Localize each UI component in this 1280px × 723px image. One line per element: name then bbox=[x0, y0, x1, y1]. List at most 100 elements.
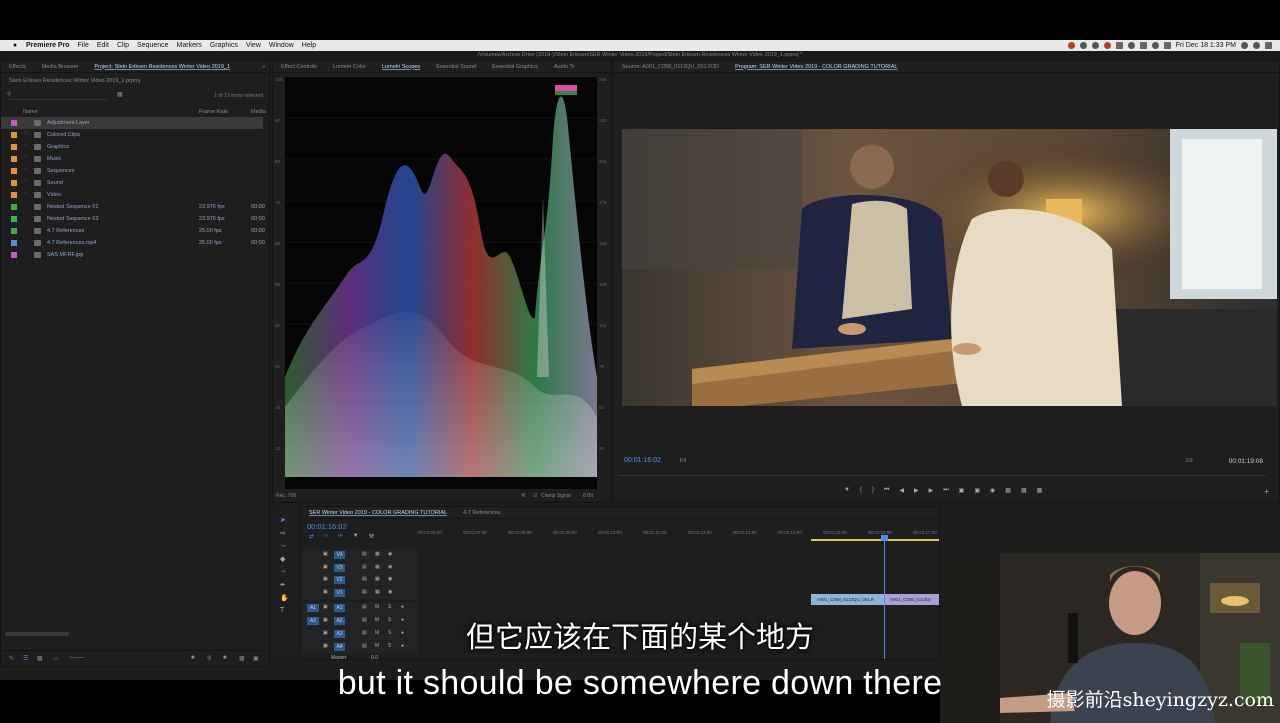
disclosure-triangle-icon[interactable]: › bbox=[25, 166, 27, 172]
gear-icon[interactable] bbox=[1079, 42, 1087, 49]
project-item[interactable]: Nested Sequence 03 23.976 fps 00:00 bbox=[1, 213, 265, 225]
track-video[interactable]: V3 ▣ ▤ ▦ ◉ bbox=[301, 561, 939, 574]
clamp-signal-checkbox[interactable]: ☑ bbox=[533, 493, 537, 499]
ripple-edit-icon[interactable]: ↔ bbox=[280, 542, 287, 549]
work-area-bar[interactable] bbox=[811, 539, 939, 541]
timeline-clip[interactable]: A001_C058_0113QI bbox=[884, 594, 939, 605]
sync-lock-icon[interactable]: ▤ bbox=[362, 564, 367, 570]
overwrite-icon[interactable]: ▦ bbox=[1037, 487, 1043, 499]
panel-overflow-icon[interactable]: » bbox=[262, 64, 269, 70]
export-frame-icon[interactable]: ◉ bbox=[990, 487, 995, 499]
new-bin-icon[interactable]: ▦ bbox=[117, 91, 123, 98]
project-item[interactable]: › Graphics bbox=[1, 141, 263, 153]
eye-icon[interactable]: ◉ bbox=[388, 551, 392, 557]
label-color-swatch[interactable] bbox=[11, 168, 17, 174]
search-icon[interactable] bbox=[1241, 42, 1248, 49]
menu-graphics[interactable]: Graphics bbox=[210, 42, 238, 49]
linked-selection-icon[interactable]: ∞ bbox=[338, 533, 342, 540]
project-item[interactable]: › Sound bbox=[1, 177, 263, 189]
track-target[interactable]: V2 bbox=[334, 576, 345, 584]
source-patch[interactable]: A1 bbox=[307, 604, 319, 612]
disclosure-triangle-icon[interactable]: › bbox=[25, 178, 27, 184]
mark-out-icon[interactable]: } bbox=[872, 487, 874, 499]
menu-help[interactable]: Help bbox=[302, 42, 316, 49]
project-item[interactable]: Nested Sequence 01 23.976 fps 00:00 bbox=[1, 201, 265, 213]
track-video[interactable]: V4 ▣ ▤ ▦ ◉ bbox=[301, 549, 939, 561]
marker-icon[interactable]: ▼ bbox=[844, 487, 850, 499]
timeline-settings-icon[interactable]: ⚒ bbox=[369, 533, 374, 540]
nest-icon[interactable]: ⇄ bbox=[309, 533, 314, 540]
sync-lock-icon[interactable]: ▤ bbox=[362, 551, 367, 557]
lock-icon[interactable]: ▣ bbox=[323, 564, 328, 570]
project-item[interactable]: 4.7 References 25.00 fps 00:00 bbox=[1, 225, 265, 237]
icon-view-icon[interactable]: ▦ bbox=[37, 655, 43, 662]
label-color-swatch[interactable] bbox=[11, 192, 17, 198]
compare-icon[interactable]: ▦ bbox=[1005, 487, 1011, 499]
label-color-swatch[interactable] bbox=[11, 216, 17, 222]
lock-icon[interactable]: ▣ bbox=[323, 551, 328, 557]
sync-icon[interactable] bbox=[1091, 42, 1099, 49]
toggle-output-icon[interactable]: ▦ bbox=[375, 589, 380, 595]
tab-audio-track[interactable]: Audio Tr bbox=[546, 64, 582, 70]
label-color-swatch[interactable] bbox=[11, 120, 17, 126]
bluetooth-icon[interactable] bbox=[1127, 42, 1135, 49]
col-frame-rate[interactable]: Frame Rate bbox=[199, 109, 228, 115]
monitor-time-ruler[interactable] bbox=[618, 475, 1266, 481]
tab-4-7-references[interactable]: 4.7 References bbox=[455, 510, 508, 516]
menu-sequence[interactable]: Sequence bbox=[137, 42, 169, 49]
go-to-in-icon[interactable]: ⏮ bbox=[884, 487, 889, 499]
sync-lock-icon[interactable]: ▤ bbox=[362, 589, 367, 595]
label-color-swatch[interactable] bbox=[11, 144, 17, 150]
toggle-output-icon[interactable]: ▦ bbox=[375, 576, 380, 582]
lift-icon[interactable]: ▣ bbox=[959, 487, 965, 499]
label-color-swatch[interactable] bbox=[11, 228, 17, 234]
label-color-swatch[interactable] bbox=[11, 240, 17, 246]
tab-essential-graphics[interactable]: Essential Graphics bbox=[484, 64, 546, 70]
program-video-frame[interactable] bbox=[622, 129, 1277, 406]
menu-markers[interactable]: Markers bbox=[177, 42, 202, 49]
lock-icon[interactable]: ▣ bbox=[323, 604, 328, 610]
label-color-swatch[interactable] bbox=[11, 180, 17, 186]
project-item[interactable]: › Colored Clips bbox=[1, 129, 263, 141]
menu-file[interactable]: File bbox=[78, 42, 89, 49]
tab-project[interactable]: Project: Stein Eriksen Residences Winter… bbox=[86, 64, 238, 70]
playhead-timecode[interactable]: 00:01:16:02 bbox=[624, 457, 661, 464]
project-item[interactable]: › Music bbox=[1, 153, 263, 165]
project-search-input[interactable]: ⚲ bbox=[7, 91, 107, 100]
tab-essential-sound[interactable]: Essential Sound bbox=[428, 64, 484, 70]
playhead-handle[interactable] bbox=[881, 535, 888, 541]
razor-tool-icon[interactable]: ◆ bbox=[280, 555, 285, 563]
track-select-icon[interactable]: ⇨ bbox=[280, 529, 286, 537]
col-name[interactable]: Name bbox=[23, 109, 38, 115]
project-item[interactable]: Adjustment Layer bbox=[1, 117, 263, 129]
col-media[interactable]: Media bbox=[251, 109, 266, 115]
pencil-icon[interactable]: ✎ bbox=[9, 655, 14, 662]
sync-lock-icon[interactable]: ▤ bbox=[362, 576, 367, 582]
toggle-output-icon[interactable]: ▦ bbox=[375, 564, 380, 570]
mic-icon[interactable]: ● bbox=[401, 604, 404, 610]
play-icon[interactable]: ▶ bbox=[914, 487, 919, 499]
menu-app[interactable]: Premiere Pro bbox=[26, 42, 70, 49]
battery-icon[interactable] bbox=[1163, 42, 1171, 49]
waveform-scope[interactable] bbox=[285, 77, 597, 489]
bit-depth-select[interactable]: 8 Bit bbox=[583, 493, 593, 499]
tab-sequence[interactable]: SER Winter Video 2019 - COLOR GRADING TU… bbox=[301, 510, 455, 516]
mark-in-icon[interactable]: { bbox=[860, 487, 862, 499]
selection-tool-icon[interactable]: ➤ bbox=[280, 516, 286, 524]
menu-edit[interactable]: Edit bbox=[97, 42, 109, 49]
track-target[interactable]: V1 bbox=[334, 588, 345, 597]
record-icon[interactable] bbox=[1103, 42, 1111, 49]
color-space-label[interactable]: Rec. 709 bbox=[276, 493, 296, 499]
airplay-icon[interactable] bbox=[1139, 42, 1147, 49]
track-audio[interactable]: A1 A1 ▣ ▤ M S ● A001_C058_0113QU_001.R A001_C058… bbox=[301, 594, 939, 614]
track-target[interactable]: V4 bbox=[334, 551, 345, 559]
tab-lumetri-color[interactable]: Lumetri Color bbox=[325, 64, 374, 70]
tab-media-browser[interactable]: Media Browser bbox=[34, 64, 87, 70]
menu-view[interactable]: View bbox=[246, 42, 261, 49]
slip-tool-icon[interactable]: ⇔ bbox=[280, 568, 287, 575]
track-target[interactable]: A1 bbox=[334, 604, 345, 612]
button-editor-icon[interactable]: + bbox=[1264, 487, 1269, 496]
disclosure-triangle-icon[interactable]: › bbox=[25, 154, 27, 160]
disclosure-triangle-icon[interactable]: › bbox=[25, 130, 27, 136]
siri-icon[interactable] bbox=[1253, 42, 1260, 49]
